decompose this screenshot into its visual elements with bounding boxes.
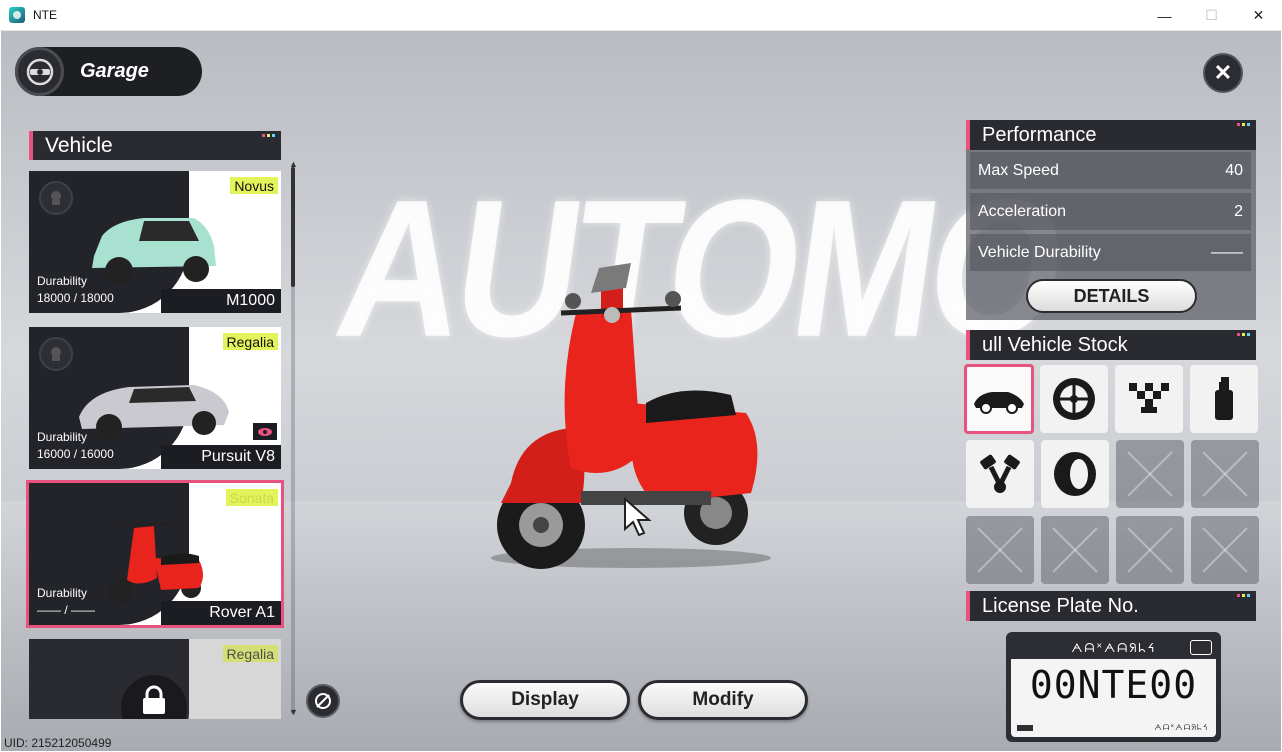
- slot-car-body[interactable]: [964, 364, 1034, 434]
- scroll-up-arrow-icon[interactable]: ▲: [289, 159, 298, 169]
- vehicle-brand-badge: Sonata: [225, 489, 278, 506]
- hide-ui-button[interactable]: [306, 684, 340, 718]
- durability-value: —— / ——: [37, 603, 96, 617]
- minimize-button[interactable]: —: [1141, 0, 1188, 31]
- vehicle-thumbnail-car: [92, 218, 216, 285]
- perf-label: Vehicle Durability: [978, 243, 1101, 261]
- empty-slot-cross-icon: [977, 527, 1023, 573]
- perf-row-durability: Vehicle Durability ——: [970, 234, 1251, 271]
- vehicle-name: M1000: [226, 292, 275, 309]
- mouse-cursor-icon: [624, 497, 652, 537]
- license-plate-header: License Plate No.: [966, 591, 1256, 621]
- steering-wheel-icon: [15, 47, 64, 96]
- vehicle-thumbnail-scooter: [108, 522, 203, 603]
- perf-row-acceleration: Acceleration 2: [970, 193, 1251, 230]
- performance-title: Performance: [982, 123, 1097, 146]
- hide-eye-icon: [315, 693, 331, 709]
- vehicle-card-rover-a1[interactable]: Sonata Durability —— / —— Rover A1: [26, 480, 284, 628]
- vehicle-list-header: Vehicle: [29, 131, 281, 160]
- spray-paint-icon: [1215, 377, 1233, 420]
- maximize-button[interactable]: ☐: [1188, 0, 1235, 31]
- display-button[interactable]: Display: [460, 680, 630, 720]
- vehicle-card-m1000[interactable]: Novus Durability 18000 / 18000 M1000: [29, 171, 281, 313]
- slot-tire[interactable]: [1041, 440, 1109, 508]
- window-close-button[interactable]: ✕: [1235, 0, 1282, 31]
- checkered-flag-icon: [1129, 383, 1169, 413]
- tire-icon: [1054, 452, 1096, 496]
- durability-label: Durability: [37, 274, 88, 288]
- user-id: UID: 215212050499: [4, 736, 112, 750]
- stock-header: ull Vehicle Stock: [966, 330, 1256, 360]
- stock-title: ull Vehicle Stock: [982, 333, 1128, 356]
- perf-label: Acceleration: [978, 202, 1067, 220]
- empty-slot-cross-icon: [1052, 527, 1098, 573]
- vehicle-card-pursuit-v8[interactable]: Regalia Durability 16000 / 16000 Pursuit…: [29, 327, 281, 469]
- modify-button[interactable]: Modify: [638, 680, 808, 720]
- perf-value: 2: [1234, 202, 1243, 220]
- slot-wheel-rim[interactable]: [1040, 365, 1108, 433]
- vehicle-brand-badge: Regalia: [222, 645, 278, 662]
- window-title: NTE: [33, 8, 57, 22]
- vehicle-thumbnail-car: [79, 385, 229, 440]
- empty-slot-cross-icon: [1127, 527, 1173, 573]
- vehicle-name: Rover A1: [209, 604, 275, 621]
- vehicle-brand-badge: Novus: [230, 177, 278, 194]
- plate-bottom-text: ᗅᗩᕁᗅᗩᖆᖺᔦ: [1154, 723, 1208, 732]
- slot-empty: [1191, 440, 1259, 508]
- durability-value: 18000 / 18000: [37, 291, 114, 305]
- vehicle-card-locked[interactable]: Regalia: [29, 639, 281, 719]
- license-plate[interactable]: ᗅᗩᕁᗅᗩᖆᖺᔦ 00NTE00 ᗅᗩᕁᗅᗩᖆᖺᔦ: [1006, 632, 1221, 742]
- empty-slot-cross-icon: [1202, 451, 1248, 497]
- performance-header: Performance: [966, 120, 1256, 150]
- garage-title-pill: Garage: [15, 47, 202, 96]
- plate-number: 00NTE00: [1029, 663, 1198, 707]
- vehicle-list-scroll-thumb[interactable]: [291, 167, 295, 287]
- slot-empty: [1116, 440, 1184, 508]
- window-titlebar: NTE — ☐ ✕: [0, 0, 1282, 31]
- vehicle-list-title: Vehicle: [45, 133, 113, 157]
- perf-value: ——: [1211, 243, 1243, 261]
- durability-label: Durability: [37, 430, 88, 444]
- app-icon: [9, 7, 25, 23]
- garage-title: Garage: [80, 60, 149, 82]
- durability-label: Durability: [37, 586, 88, 600]
- slot-empty: [1041, 516, 1109, 584]
- slot-engine[interactable]: [966, 440, 1034, 508]
- game-viewport: AUTOMO Garage ✕ Vehicle Novus Durability…: [1, 31, 1281, 751]
- slot-paint[interactable]: [1190, 365, 1258, 433]
- close-garage-button[interactable]: ✕: [1203, 53, 1243, 93]
- details-button[interactable]: DETAILS: [1026, 279, 1197, 313]
- vehicle-name: Pursuit V8: [201, 448, 275, 465]
- slot-empty: [966, 516, 1034, 584]
- scroll-down-arrow-icon[interactable]: ▼: [289, 707, 298, 717]
- perf-value: 40: [1225, 161, 1243, 179]
- header-color-dots: [262, 134, 275, 137]
- car-body-icon: [974, 392, 1024, 414]
- plate-marker: [1017, 725, 1033, 731]
- vehicle-status-icon: [39, 181, 73, 215]
- perf-label: Max Speed: [978, 161, 1059, 179]
- wheel-rim-icon: [1053, 378, 1095, 420]
- vehicle-status-icon: [39, 337, 73, 371]
- plate-top-text: ᗅᗩᕁᗅᗩᖆᖺᔦ: [1011, 637, 1216, 659]
- plate-edit-icon[interactable]: [1190, 640, 1212, 655]
- slot-decal[interactable]: [1115, 365, 1183, 433]
- view-eye-icon[interactable]: [253, 423, 277, 440]
- empty-slot-cross-icon: [1127, 451, 1173, 497]
- vehicle-brand-badge: Regalia: [222, 333, 278, 350]
- empty-slot-cross-icon: [1202, 527, 1248, 573]
- engine-piston-icon: [980, 454, 1020, 493]
- license-plate-title: License Plate No.: [982, 594, 1139, 617]
- slot-empty: [1191, 516, 1259, 584]
- slot-empty: [1116, 516, 1184, 584]
- perf-row-max-speed: Max Speed 40: [970, 152, 1251, 189]
- durability-value: 16000 / 16000: [37, 447, 114, 461]
